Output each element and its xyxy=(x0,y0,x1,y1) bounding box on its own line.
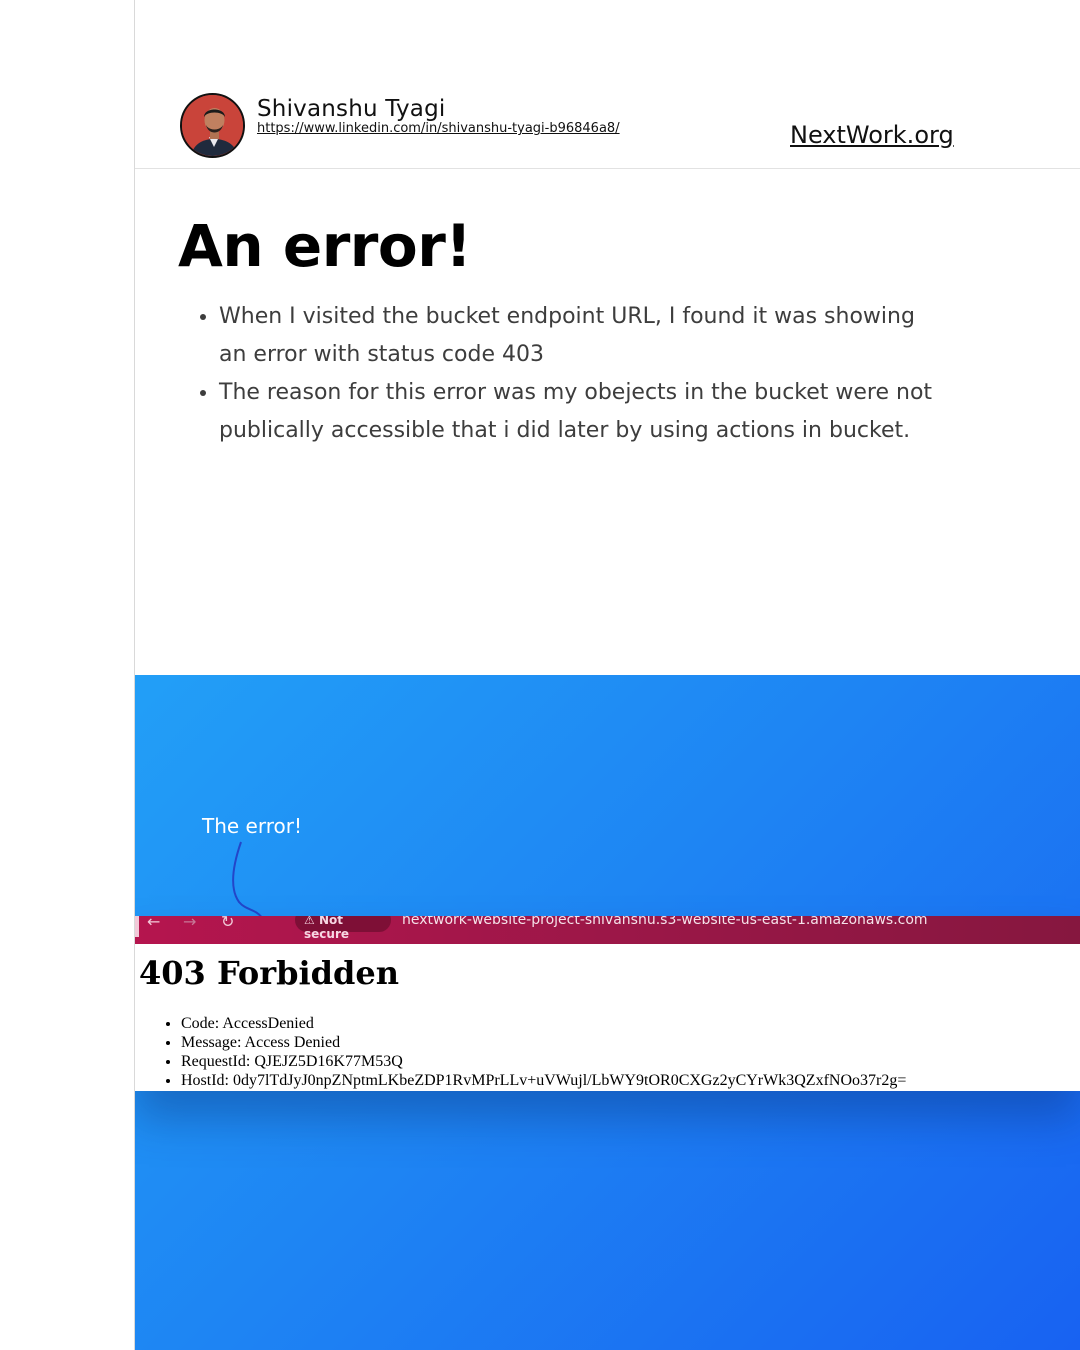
error-detail-item: Message: Access Denied xyxy=(181,1033,906,1052)
explanation-list: When I visited the bucket endpoint URL, … xyxy=(200,298,945,450)
screenshot-panel: The error! ← → ↻ ⚠ Not secure nextwork-w… xyxy=(135,675,1080,1350)
author-linkedin-link[interactable]: https://www.linkedin.com/in/shivanshu-ty… xyxy=(257,121,620,136)
page-title: An error! xyxy=(178,212,472,280)
error-detail-item: HostId: 0dy7lTdJyJ0npZNptmLKbeZDP1RvMPrL… xyxy=(181,1071,906,1090)
arrow-left-icon[interactable]: ← xyxy=(147,916,160,931)
brand-link[interactable]: NextWork.org xyxy=(790,121,954,149)
reload-icon[interactable]: ↻ xyxy=(221,916,234,931)
browser-screenshot: ← → ↻ ⚠ Not secure nextwork-website-proj… xyxy=(135,916,1080,1091)
author-avatar xyxy=(180,93,245,158)
error-heading: 403 Forbidden xyxy=(139,954,400,992)
explanation-item: The reason for this error was my obeject… xyxy=(219,374,945,450)
error-detail-item: RequestId: QJEJZ5D16K77M53Q xyxy=(181,1052,906,1071)
header: Shivanshu Tyagi https://www.linkedin.com… xyxy=(135,0,1080,169)
extension-icon[interactable] xyxy=(135,916,139,937)
not-secure-label: Not secure xyxy=(304,916,349,941)
arrow-right-icon[interactable]: → xyxy=(183,916,196,931)
annotation-caption: The error! xyxy=(202,814,302,838)
error-detail-item: Code: AccessDenied xyxy=(181,1014,906,1033)
address-bar-url[interactable]: nextwork-website-project-shivanshu.s3-we… xyxy=(402,916,928,928)
author-name: Shivanshu Tyagi xyxy=(257,96,446,122)
explanation-item: When I visited the bucket endpoint URL, … xyxy=(219,298,945,374)
not-secure-badge[interactable]: ⚠ Not secure xyxy=(295,916,391,941)
browser-toolbar: ← → ↻ ⚠ Not secure nextwork-website-proj… xyxy=(135,916,1080,944)
error-details-list: Code: AccessDenied Message: Access Denie… xyxy=(181,1014,906,1090)
